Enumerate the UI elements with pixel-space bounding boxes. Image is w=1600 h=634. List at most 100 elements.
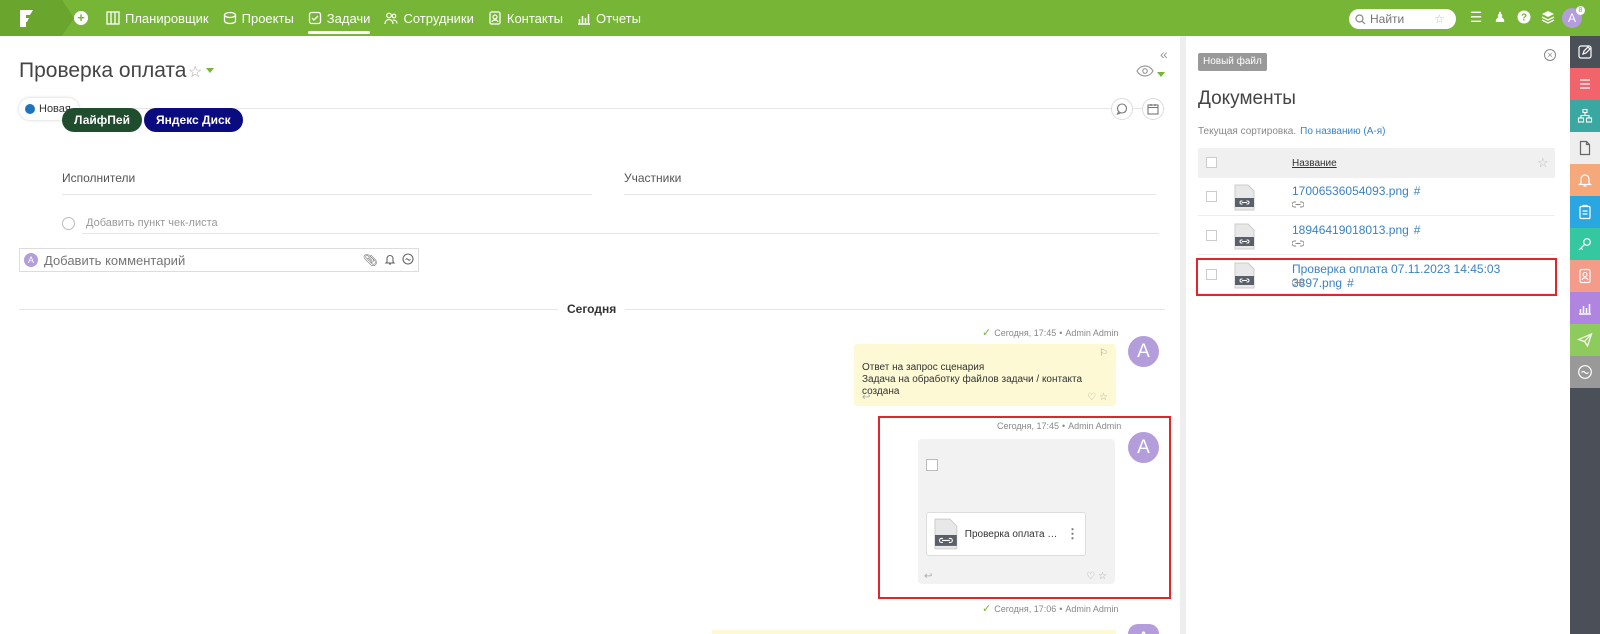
layers-icon[interactable] [1540, 9, 1556, 25]
column-star-icon[interactable]: ☆ [1537, 155, 1549, 171]
list-icon [1580, 79, 1590, 89]
comment-box[interactable]: A 📎︎ [19, 248, 419, 272]
nav-item-contacts[interactable]: Контакты [488, 0, 563, 36]
pin-icon[interactable]: ♟ [1492, 9, 1508, 25]
table-row[interactable]: 17006536054093.png # [1198, 178, 1555, 216]
new-file-button[interactable]: Новый файл [1198, 53, 1267, 71]
nav-item-reports[interactable]: Отчеты [577, 0, 641, 36]
nav-item-tasks[interactable]: Задачи [307, 0, 370, 36]
system-message: ⚐ Ответ на запрос сценария Задача на обр… [854, 344, 1116, 406]
app-logo[interactable] [0, 0, 74, 36]
nav-item-projects[interactable]: Проекты [223, 0, 294, 36]
delivered-check-icon: ✓ [982, 603, 992, 615]
rail-list[interactable] [1570, 68, 1600, 100]
message-line: Задача на обработку файлов задачи / конт… [862, 374, 1083, 397]
flag-logo-icon [20, 10, 33, 27]
search-input[interactable] [1370, 12, 1430, 26]
rail-structure[interactable] [1570, 100, 1600, 132]
menu-icon[interactable]: ☰ [1468, 9, 1484, 25]
search-box[interactable]: ☆ [1349, 9, 1456, 29]
rail-contacts[interactable] [1570, 260, 1600, 292]
rail-reminders[interactable] [1570, 164, 1600, 196]
emoji-icon [1578, 365, 1592, 379]
message-avatar[interactable]: A [1128, 432, 1159, 463]
create-plus-icon[interactable]: + [74, 11, 88, 25]
document-icon [1579, 140, 1591, 156]
rail-documents[interactable] [1570, 132, 1600, 164]
rail-clipboard[interactable] [1570, 196, 1600, 228]
close-icon[interactable]: × [1544, 49, 1556, 61]
watch-dropdown-icon[interactable] [1157, 72, 1165, 77]
emoji-icon[interactable] [402, 252, 414, 268]
message-author[interactable]: Admin Admin [1065, 604, 1118, 614]
reply-icon[interactable]: ↩ [924, 571, 932, 582]
title-dropdown-icon[interactable] [206, 68, 214, 73]
nav-item-planner[interactable]: Планировщик [106, 0, 209, 36]
structure-icon [1577, 108, 1593, 123]
rail-send[interactable] [1570, 324, 1600, 356]
attached-file[interactable]: Проверка оплата 0... ⋮ [926, 512, 1086, 556]
clipboard-icon [1579, 204, 1591, 220]
tag-yandex-disk[interactable]: Яндекс Диск [144, 108, 243, 132]
file-name[interactable]: 18946419018013.png [1292, 223, 1409, 237]
row-checkbox[interactable] [1206, 230, 1217, 241]
message-author[interactable]: Admin Admin [1065, 328, 1118, 338]
bell-icon[interactable] [384, 253, 396, 268]
more-vertical-icon[interactable]: ⋮ [1066, 526, 1079, 542]
reply-icon[interactable]: ↩ [862, 392, 870, 404]
comment-input[interactable] [44, 252, 357, 268]
sort-info: Текущая сортировка. По названию (А-я) [1198, 126, 1385, 137]
edit-icon [1578, 45, 1592, 59]
message-star-icon[interactable]: ☆ [1099, 392, 1108, 403]
message-avatar[interactable]: A [1128, 336, 1159, 367]
nav-item-employees[interactable]: Сотрудники [384, 0, 474, 36]
message-meta: ✓ Сегодня, 17:06 • Admin Admin [982, 602, 1118, 615]
watch-eye-icon[interactable] [1136, 65, 1154, 77]
row-checkbox[interactable] [1206, 191, 1217, 202]
help-icon[interactable]: ? [1516, 9, 1532, 25]
checklist-add-input[interactable]: Добавить пункт чек-листа [86, 217, 218, 229]
chart-icon [1579, 304, 1591, 315]
tag-lifepay[interactable]: ЛайфПей [62, 108, 142, 132]
notification-badge: 8 [1576, 6, 1585, 15]
rail-chat[interactable] [1570, 356, 1600, 388]
like-heart-icon[interactable]: ♡ [1087, 392, 1096, 403]
like-heart-icon[interactable]: ♡ [1086, 571, 1095, 582]
column-name-header[interactable]: Название [1292, 158, 1337, 169]
file-name-link[interactable]: 17006536054093.png # [1292, 184, 1420, 198]
search-star-icon[interactable]: ☆ [1434, 12, 1445, 26]
file-hash-link[interactable]: # [1414, 223, 1421, 237]
message-author[interactable]: Admin Admin [1068, 421, 1121, 431]
message-time: Сегодня, 17:45 [997, 421, 1060, 431]
rail-keys[interactable] [1570, 228, 1600, 260]
select-all-checkbox[interactable] [1206, 157, 1217, 168]
delivered-check-icon: ✓ [982, 327, 992, 339]
participants-label[interactable]: Участники [624, 171, 681, 185]
flag-icon[interactable]: ⚐ [1099, 348, 1108, 360]
right-rail [1570, 36, 1600, 634]
calendar-button[interactable] [1142, 98, 1164, 120]
tag-label: Яндекс Диск [156, 113, 231, 127]
rail-edit[interactable] [1570, 36, 1600, 68]
table-row[interactable]: 18946419018013.png # [1198, 217, 1555, 255]
file-name-link[interactable]: 18946419018013.png # [1292, 223, 1420, 237]
message-star-icon[interactable]: ☆ [1098, 571, 1107, 582]
file-hash-link[interactable]: # [1414, 184, 1421, 198]
file-name[interactable]: 17006536054093.png [1292, 184, 1409, 198]
checklist-radio-icon[interactable] [62, 217, 75, 230]
message-avatar[interactable]: A [1128, 624, 1159, 634]
collapse-panel-icon[interactable]: « [1160, 46, 1168, 62]
favorite-star-icon[interactable]: ☆ [188, 62, 202, 82]
message-actions: ♡ ☆ [1086, 571, 1107, 582]
top-bar: + Планировщик Проекты Задачи Сотрудники … [0, 0, 1600, 36]
chat-button[interactable] [1111, 98, 1133, 120]
sort-link[interactable]: По названию (А-я) [1300, 126, 1385, 137]
link-icon[interactable] [1291, 200, 1305, 210]
attach-icon[interactable]: 📎︎ [363, 253, 378, 267]
sort-label: Текущая сортировка. [1198, 126, 1297, 137]
rail-reports[interactable] [1570, 292, 1600, 324]
executors-label[interactable]: Исполнители [62, 171, 135, 185]
broken-image-icon[interactable] [926, 459, 938, 471]
link-icon[interactable] [1291, 239, 1305, 249]
task-title[interactable]: Проверка оплата [19, 59, 186, 83]
